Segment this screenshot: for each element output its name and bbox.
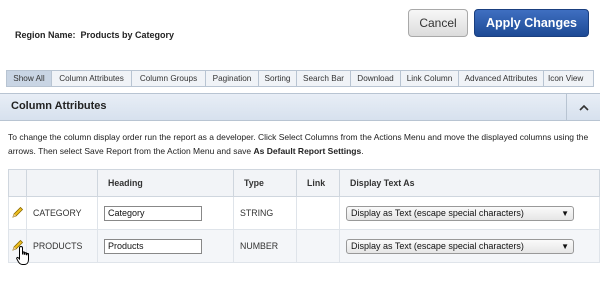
tab-search-bar[interactable]: Search Bar <box>297 70 351 87</box>
dropdown-arrow-icon: ▼ <box>561 241 569 251</box>
region-name-value: Products by Category <box>80 30 175 40</box>
display-text-value: Display as Text (escape special characte… <box>351 208 524 218</box>
display-text-header: Display Text As <box>339 169 600 197</box>
column-name: PRODUCTS <box>26 229 98 263</box>
column-attributes-table: Heading Type Link Display Text As CATEGO… <box>8 169 600 263</box>
attribute-tabs: Show All Column Attributes Column Groups… <box>6 70 600 88</box>
column-name: CATEGORY <box>26 196 98 230</box>
link-header: Link <box>296 169 340 197</box>
display-text-select[interactable]: Display as Text (escape special characte… <box>346 205 574 221</box>
column-name-header <box>26 169 98 197</box>
link-cell <box>296 229 340 263</box>
tab-download[interactable]: Download <box>351 70 401 87</box>
pencil-icon[interactable] <box>11 206 24 218</box>
heading-input[interactable]: Category <box>104 205 202 221</box>
heading-cell: Category <box>97 196 234 230</box>
page-header: Region Name: Products by Category Cancel … <box>0 0 600 68</box>
heading-header: Heading <box>97 169 234 197</box>
tab-show-all[interactable]: Show All <box>6 70 52 87</box>
heading-cell: Products <box>97 229 234 263</box>
tab-icon-view[interactable]: Icon View <box>544 70 594 87</box>
tab-link-column[interactable]: Link Column <box>401 70 459 87</box>
collapse-button[interactable] <box>566 94 600 120</box>
hand-cursor-icon <box>16 245 29 265</box>
link-cell <box>296 196 340 230</box>
region-name-label: Region Name: <box>15 30 76 40</box>
table-row: CATEGORY Category STRING Display as Text… <box>8 196 600 230</box>
display-text-select[interactable]: Display as Text (escape special characte… <box>346 238 574 254</box>
column-attributes-panel-header: Column Attributes <box>0 93 600 121</box>
display-text-value: Display as Text (escape special characte… <box>351 241 524 251</box>
tab-column-attributes[interactable]: Column Attributes <box>52 70 132 87</box>
type-header: Type <box>233 169 297 197</box>
tab-pagination[interactable]: Pagination <box>206 70 259 87</box>
type-cell: NUMBER <box>233 229 297 263</box>
table-header-row: Heading Type Link Display Text As <box>8 169 600 197</box>
chevron-up-icon <box>579 104 589 111</box>
edit-cell <box>8 196 27 230</box>
panel-title: Column Attributes <box>11 100 107 112</box>
instructions: To change the column display order run t… <box>8 130 594 158</box>
tab-sorting[interactable]: Sorting <box>259 70 297 87</box>
edit-column-header <box>8 169 27 197</box>
heading-input[interactable]: Products <box>104 238 202 254</box>
type-cell: STRING <box>233 196 297 230</box>
region-name: Region Name: Products by Category <box>15 30 174 40</box>
display-cell: Display as Text (escape special characte… <box>339 196 600 230</box>
display-cell: Display as Text (escape special characte… <box>339 229 600 263</box>
dropdown-arrow-icon: ▼ <box>561 208 569 218</box>
table-row: PRODUCTS Products NUMBER Display as Text… <box>8 229 600 263</box>
apply-changes-button[interactable]: Apply Changes <box>474 9 589 37</box>
cancel-button[interactable]: Cancel <box>408 9 468 37</box>
tab-column-groups[interactable]: Column Groups <box>132 70 206 87</box>
instructions-end: . <box>361 146 364 156</box>
tab-advanced-attributes[interactable]: Advanced Attributes <box>459 70 544 87</box>
instructions-bold: As Default Report Settings <box>253 146 362 156</box>
